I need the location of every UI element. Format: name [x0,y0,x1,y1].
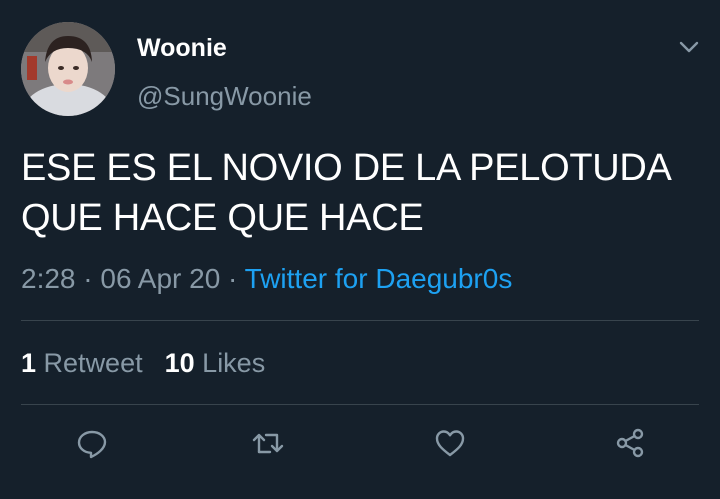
tweet-source-link[interactable]: Twitter for Daegubr0s [245,263,513,294]
author-handle[interactable]: @SungWoonie [137,80,312,112]
tweet-stats: 1 Retweet 10 Likes [21,346,265,380]
meta-separator: · [220,263,245,294]
divider [21,320,699,321]
retweets-stat[interactable]: 1 Retweet [21,348,143,378]
likes-stat[interactable]: 10 Likes [165,348,266,378]
avatar[interactable] [21,22,115,116]
retweet-icon[interactable] [250,425,286,461]
tweet-text-line: ESE ES EL NOVIO DE LA PELOTUDA [21,147,672,189]
tweet-date: 06 Apr 20 [100,263,221,294]
like-icon[interactable] [432,425,468,461]
retweet-count: 1 [21,348,37,378]
like-count: 10 [164,348,195,378]
tweet-text: ESE ES EL NOVIO DE LA PELOTUDA QUE HACE … [21,143,701,243]
chevron-down-icon[interactable] [676,34,702,60]
tweet-metadata: 2:28 · 06 Apr 20 · Twitter for Daegubr0s [21,261,512,297]
like-label: Likes [202,348,266,378]
retweet-label: Retweet [43,348,143,378]
reply-icon[interactable] [74,425,110,461]
meta-separator: · [75,263,101,294]
avatar-photo [21,22,115,116]
tweet-text-line: QUE HACE QUE HACE [21,197,424,239]
tweet-time: 2:28 [21,263,76,294]
share-icon[interactable] [612,425,648,461]
author-display-name[interactable]: Woonie [137,32,227,64]
divider [21,404,699,405]
